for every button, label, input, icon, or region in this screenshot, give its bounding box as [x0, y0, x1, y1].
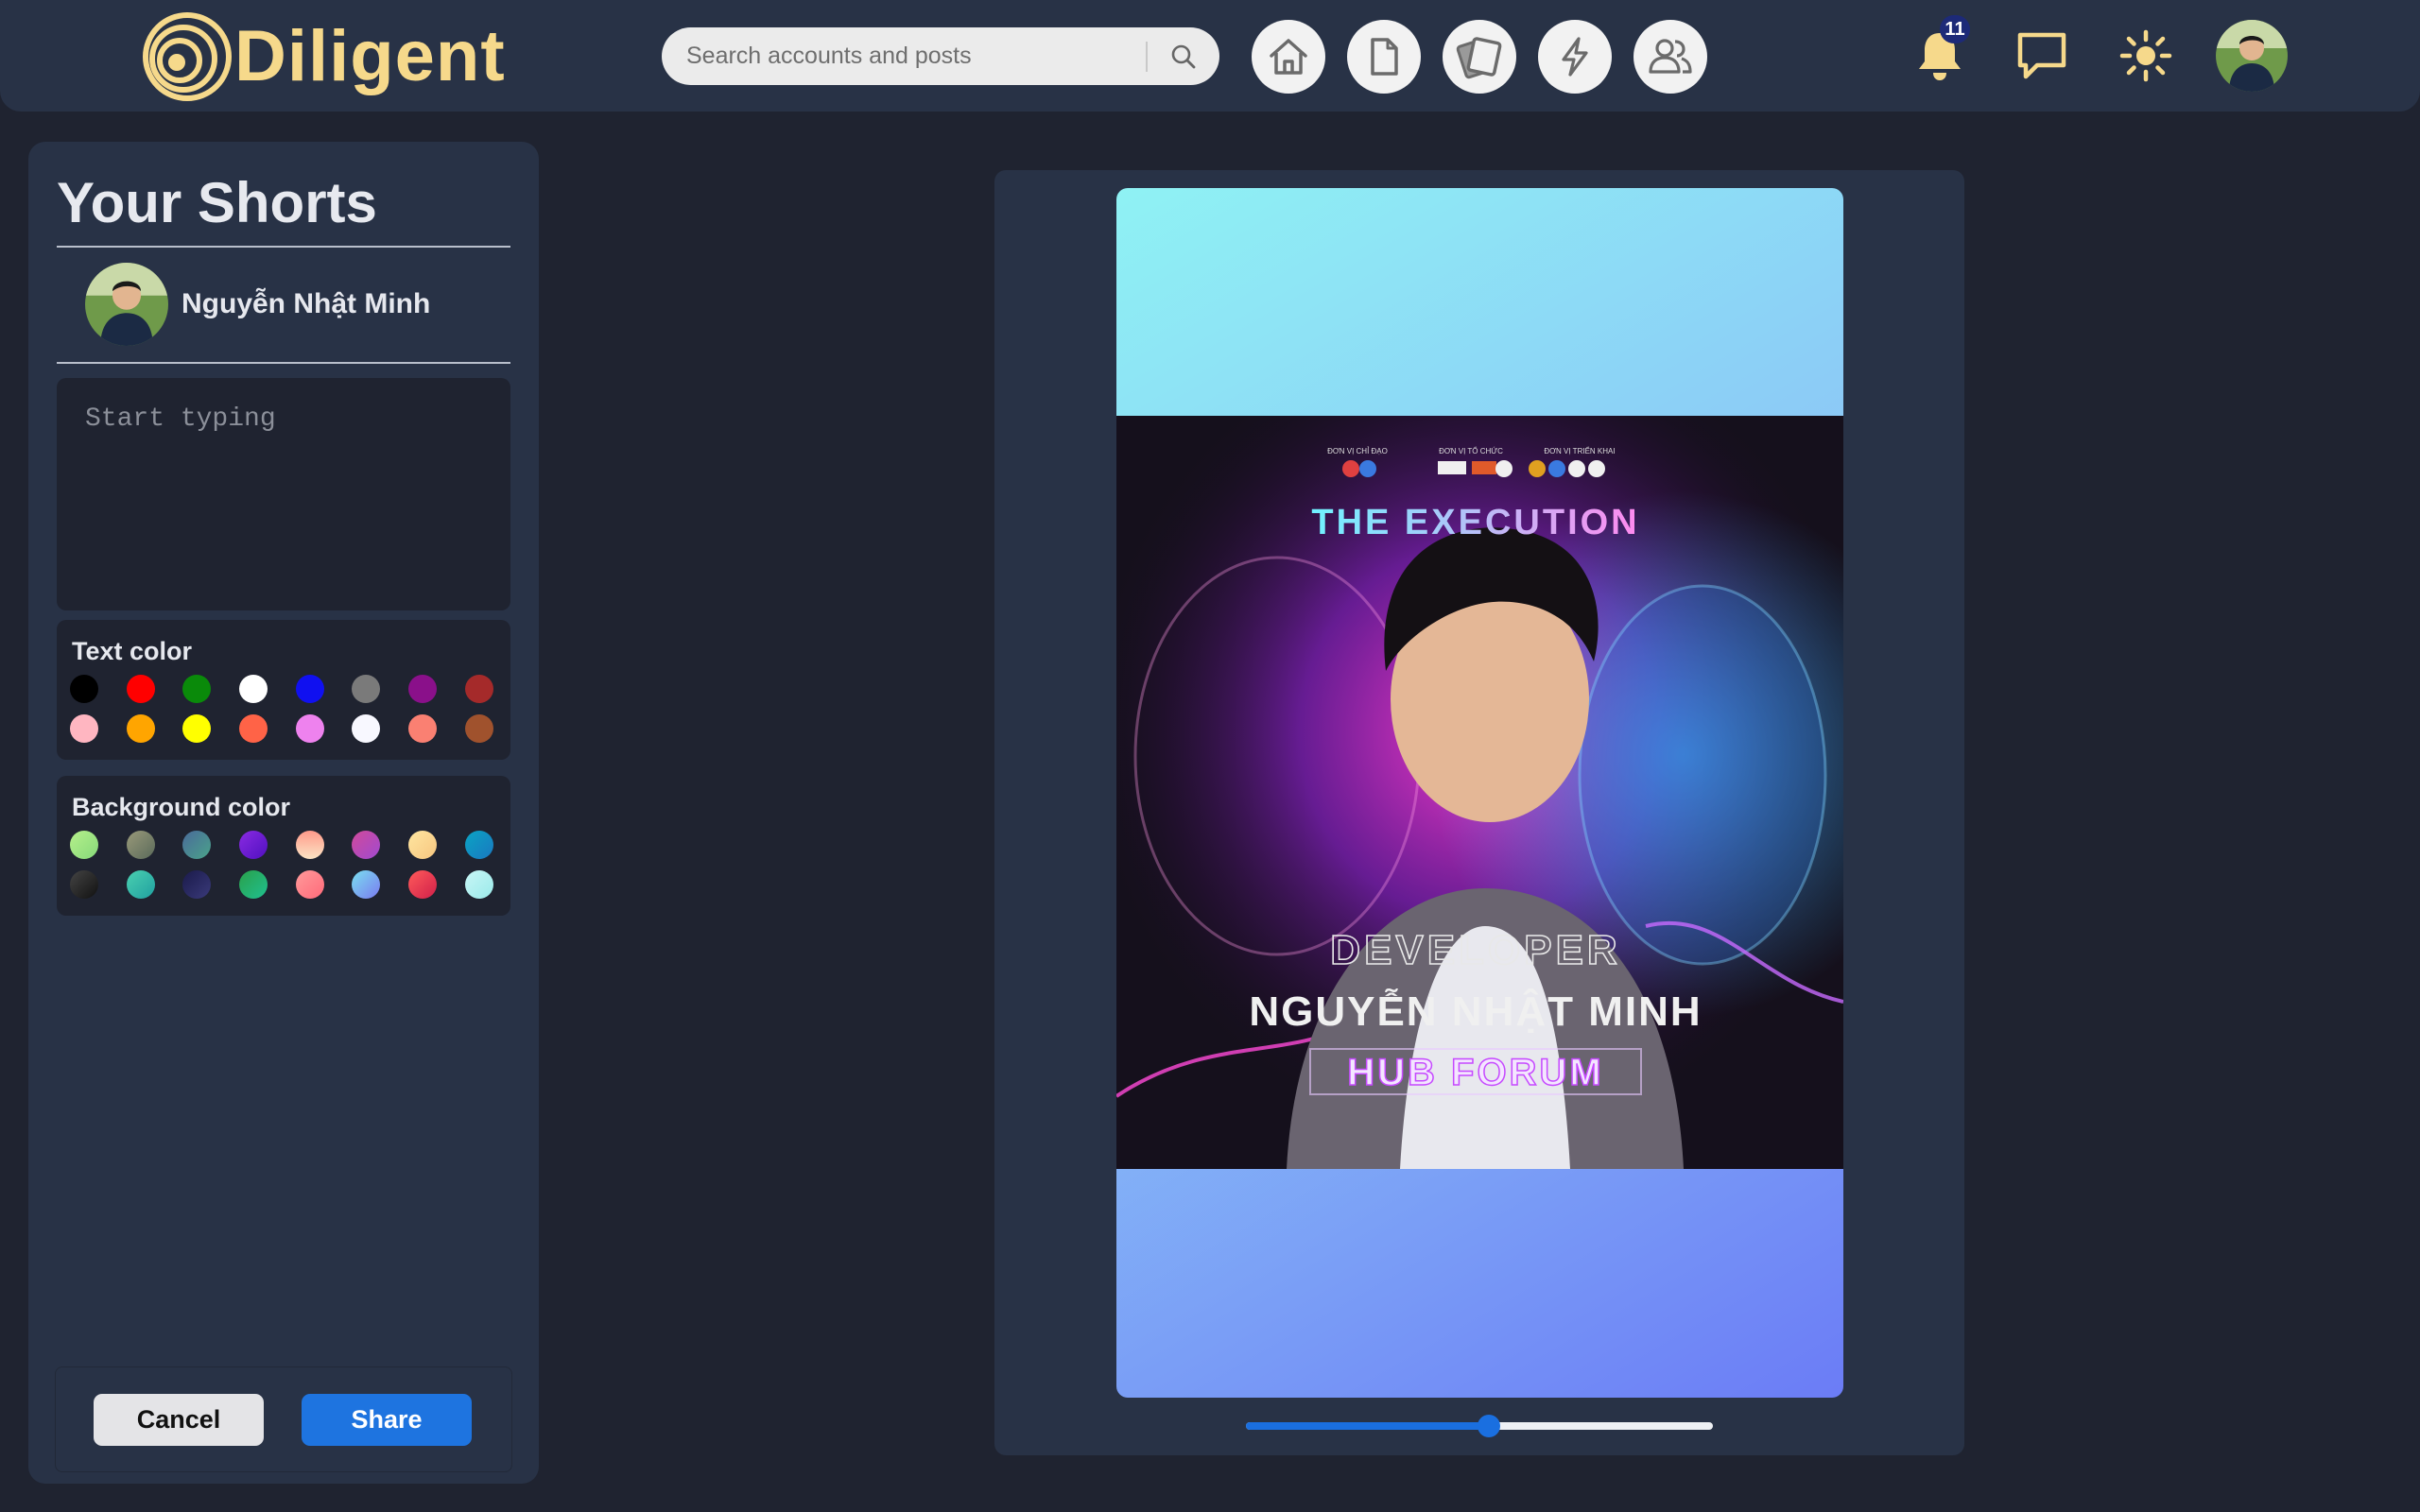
poster-sponsor-label: ĐƠN VỊ TRIỂN KHAI	[1544, 447, 1615, 455]
users-icon	[1649, 39, 1692, 74]
shorts-editor-panel: Your Shorts Nguyễn Nhật Minh Text color …	[28, 142, 539, 1484]
background-color-swatch[interactable]	[70, 831, 98, 859]
lightning-icon	[1562, 37, 1588, 77]
brand-logo[interactable]: Diligent	[142, 11, 506, 102]
top-navbar: Diligent Search accounts and posts 11	[0, 0, 2420, 112]
brand-name: Diligent	[234, 16, 506, 96]
nav-activity-button[interactable]	[1538, 20, 1612, 94]
background-color-swatch[interactable]	[239, 870, 268, 899]
text-color-swatch[interactable]	[126, 714, 155, 743]
user-name: Nguyễn Nhật Minh	[182, 288, 431, 319]
slider-thumb[interactable]	[1477, 1415, 1500, 1437]
short-preview-card: ĐƠN VỊ CHỈ ĐẠO ĐƠN VỊ TỔ CHỨC ĐƠN VỊ TRI…	[1116, 188, 1843, 1398]
text-color-swatch[interactable]	[352, 714, 381, 743]
background-color-swatch[interactable]	[408, 831, 438, 859]
background-color-swatch[interactable]	[126, 870, 155, 899]
notification-count-badge: 11	[1940, 15, 1970, 43]
text-color-swatch[interactable]	[464, 714, 493, 743]
background-color-swatch[interactable]	[70, 870, 98, 899]
background-color-swatch[interactable]	[239, 831, 268, 859]
text-color-swatch[interactable]	[408, 675, 438, 703]
text-color-swatch[interactable]	[126, 675, 155, 703]
divider	[57, 246, 510, 248]
background-color-swatch[interactable]	[352, 870, 381, 899]
text-color-swatch[interactable]	[70, 675, 98, 703]
share-button[interactable]: Share	[302, 1394, 472, 1446]
avatar-image	[2216, 20, 2288, 92]
profile-avatar[interactable]	[2216, 20, 2288, 92]
text-color-swatch[interactable]	[352, 675, 381, 703]
background-color-swatch[interactable]	[126, 831, 155, 859]
text-color-label: Text color	[72, 637, 193, 665]
text-color-swatches	[70, 675, 493, 743]
nav-posts-button[interactable]	[1347, 20, 1421, 94]
document-icon	[1371, 38, 1398, 76]
short-text-composer	[57, 378, 510, 610]
background-color-swatch[interactable]	[182, 831, 212, 859]
text-color-swatch[interactable]	[182, 714, 212, 743]
poster-name: NGUYỄN NHẬT MINH	[1249, 988, 1702, 1035]
text-color-swatch[interactable]	[70, 714, 98, 743]
poster-headline: THE EXECUTION	[1311, 503, 1639, 542]
logo-icon	[143, 12, 232, 101]
search-input[interactable]	[662, 27, 1146, 85]
text-color-swatch[interactable]	[464, 675, 493, 703]
user-avatar	[85, 263, 168, 346]
action-bar: Cancel Share	[55, 1366, 512, 1472]
nav-home-button[interactable]	[1252, 20, 1325, 94]
text-color-swatch[interactable]	[182, 675, 212, 703]
text-color-picker: Text color	[57, 620, 510, 760]
search-icon	[1171, 44, 1196, 68]
background-color-swatch[interactable]	[295, 870, 324, 899]
background-color-swatch[interactable]	[464, 831, 493, 859]
divider	[57, 362, 510, 364]
theme-toggle-button[interactable]	[2112, 22, 2180, 90]
background-color-swatch[interactable]	[352, 831, 381, 859]
background-color-swatches	[70, 831, 493, 899]
search-bar	[662, 27, 1219, 85]
background-color-swatch[interactable]	[182, 870, 212, 899]
text-color-swatch[interactable]	[239, 714, 268, 743]
text-color-swatch[interactable]	[295, 714, 324, 743]
background-color-picker: Background color	[57, 776, 510, 916]
background-color-swatch[interactable]	[408, 870, 438, 899]
background-color-swatch[interactable]	[464, 870, 493, 899]
avatar-image	[85, 263, 168, 346]
nav-shorts-button[interactable]	[1443, 20, 1516, 94]
background-color-swatch[interactable]	[295, 831, 324, 859]
slider-fill	[1246, 1422, 1489, 1430]
poster-image: ĐƠN VỊ CHỈ ĐẠO ĐƠN VỊ TỔ CHỨC ĐƠN VỊ TRI…	[1116, 416, 1843, 1169]
panel-title: Your Shorts	[57, 171, 377, 234]
cards-icon	[1456, 37, 1502, 79]
poster-sponsor-label: ĐƠN VỊ TỔ CHỨC	[1439, 447, 1503, 455]
text-color-swatch[interactable]	[408, 714, 438, 743]
sun-icon	[2119, 29, 2172, 82]
cancel-button[interactable]: Cancel	[94, 1394, 264, 1446]
poster-role: DEVELOPER	[1330, 927, 1620, 973]
background-color-label: Background color	[72, 793, 291, 821]
poster-sponsor-label: ĐƠN VỊ CHỈ ĐẠO	[1327, 447, 1388, 455]
short-text-input[interactable]	[57, 378, 510, 610]
zoom-slider[interactable]	[1246, 1415, 1713, 1437]
chat-icon	[2017, 32, 2066, 79]
nav-friends-button[interactable]	[1634, 20, 1707, 94]
messages-button[interactable]	[2008, 22, 2076, 90]
text-color-swatch[interactable]	[239, 675, 268, 703]
home-icon	[1270, 39, 1307, 75]
poster-event: HUB FORUM	[1347, 1052, 1603, 1093]
search-button[interactable]	[1148, 27, 1219, 85]
text-color-swatch[interactable]	[295, 675, 324, 703]
